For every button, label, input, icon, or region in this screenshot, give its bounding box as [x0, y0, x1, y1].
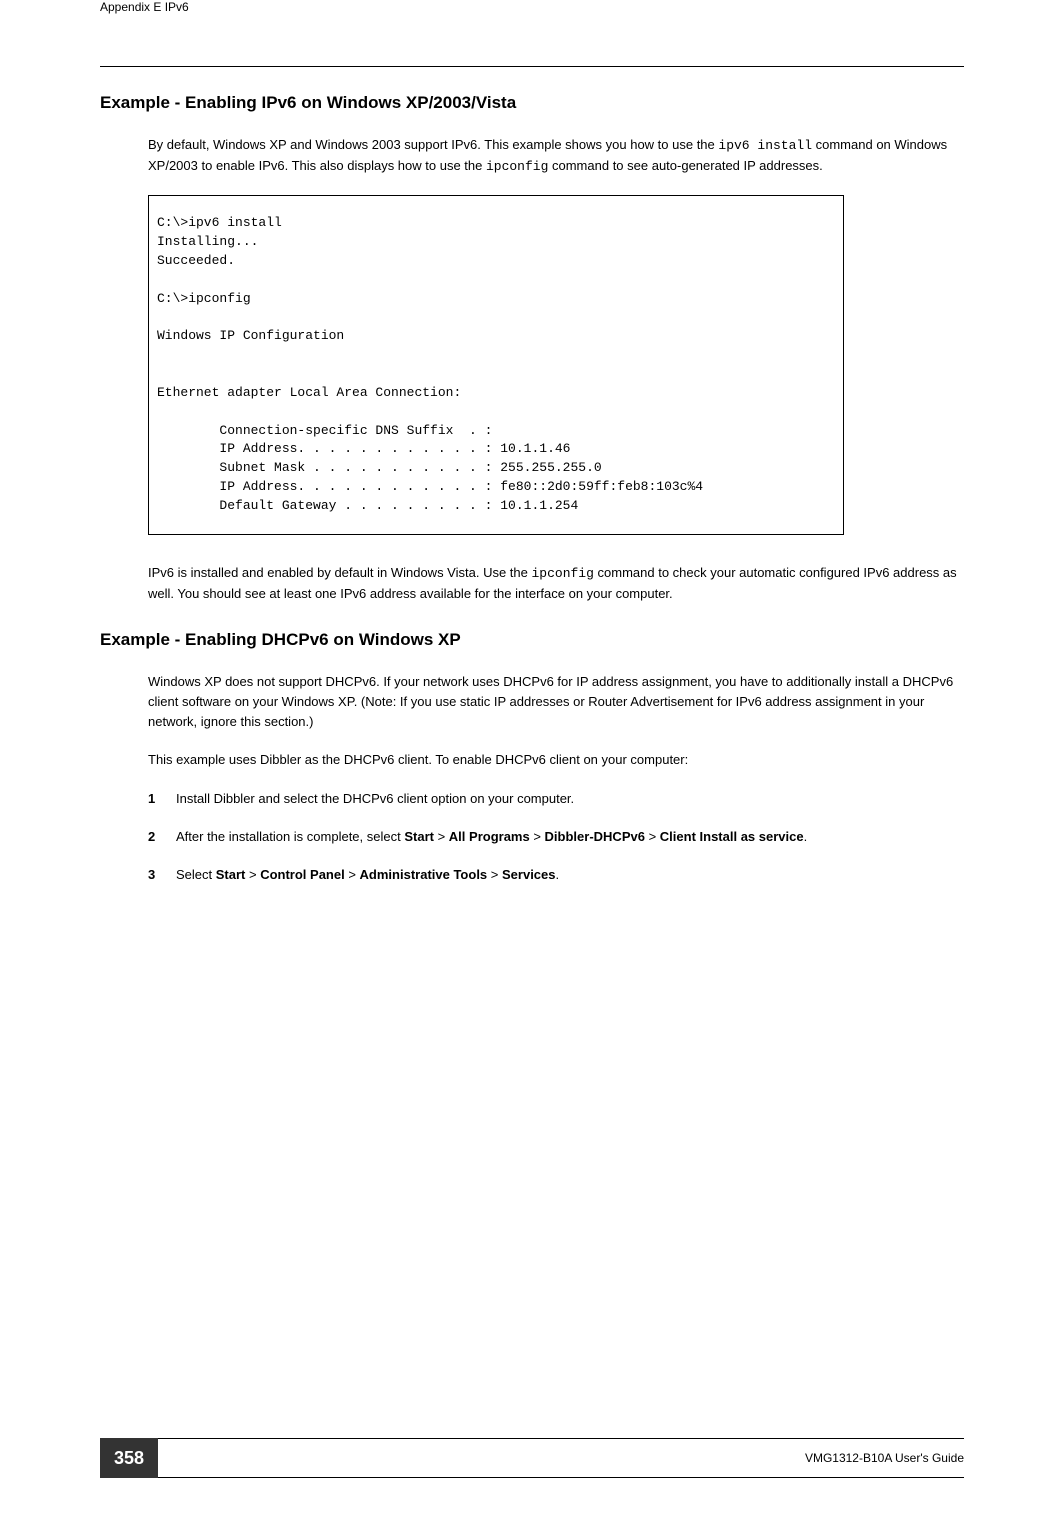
code-inline-ipconfig-1: ipconfig: [486, 159, 548, 174]
section2-para1: Windows XP does not support DHCPv6. If y…: [148, 672, 964, 732]
code-inline-ipv6-install: ipv6 install: [718, 138, 812, 153]
step3-b2: Control Panel: [260, 867, 345, 882]
step2-s2: >: [530, 829, 545, 844]
guide-name: VMG1312-B10A User's Guide: [805, 1451, 964, 1465]
step-2: 2 After the installation is complete, se…: [148, 827, 964, 847]
code-box-ipconfig: C:\>ipv6 install Installing... Succeeded…: [148, 195, 844, 535]
step2-texta: After the installation is complete, sele…: [176, 829, 404, 844]
section2-para2: This example uses Dibbler as the DHCPv6 …: [148, 750, 964, 770]
step-3: 3 Select Start > Control Panel > Adminis…: [148, 865, 964, 885]
step-1-text: Install Dibbler and select the DHCPv6 cl…: [176, 789, 964, 809]
section2-heading: Example - Enabling DHCPv6 on Windows XP: [100, 630, 964, 650]
para1c: command to see auto-generated IP address…: [548, 158, 822, 173]
code-inline-ipconfig-2: ipconfig: [531, 566, 593, 581]
step-3-text: Select Start > Control Panel > Administr…: [176, 865, 964, 885]
header-appendix-text: Appendix E IPv6: [100, 0, 189, 14]
step2-b3: Dibbler-DHCPv6: [545, 829, 645, 844]
step-2-num: 2: [148, 827, 176, 847]
step2-b4: Client Install as service: [660, 829, 804, 844]
page-content: Appendix E IPv6 Example - Enabling IPv6 …: [0, 0, 1064, 885]
step2-s1: >: [434, 829, 449, 844]
step3-s4: .: [556, 867, 560, 882]
step3-texta: Select: [176, 867, 216, 882]
step3-b3: Administrative Tools: [360, 867, 488, 882]
step2-s4: .: [804, 829, 808, 844]
step3-b1: Start: [216, 867, 246, 882]
step-1: 1 Install Dibbler and select the DHCPv6 …: [148, 789, 964, 809]
step-2-text: After the installation is complete, sele…: [176, 827, 964, 847]
section1-para1: By default, Windows XP and Windows 2003 …: [148, 135, 964, 177]
step-3-num: 3: [148, 865, 176, 885]
step2-b1: Start: [404, 829, 434, 844]
step-1-num: 1: [148, 789, 176, 809]
header-rule: [100, 66, 964, 67]
step2-b2: All Programs: [449, 829, 530, 844]
para1a: By default, Windows XP and Windows 2003 …: [148, 137, 718, 152]
step2-s3: >: [645, 829, 660, 844]
section1-para2: IPv6 is installed and enabled by default…: [148, 563, 964, 604]
step3-s2: >: [345, 867, 360, 882]
step3-s3: >: [487, 867, 502, 882]
footer: 358 VMG1312-B10A User's Guide: [0, 1438, 1064, 1478]
footer-line: 358 VMG1312-B10A User's Guide: [100, 1438, 964, 1478]
step3-s1: >: [245, 867, 260, 882]
section1-heading: Example - Enabling IPv6 on Windows XP/20…: [100, 93, 964, 113]
para2a: IPv6 is installed and enabled by default…: [148, 565, 531, 580]
header-appendix: Appendix E IPv6: [100, 0, 964, 14]
page-number: 358: [100, 1438, 158, 1478]
step3-b4: Services: [502, 867, 556, 882]
